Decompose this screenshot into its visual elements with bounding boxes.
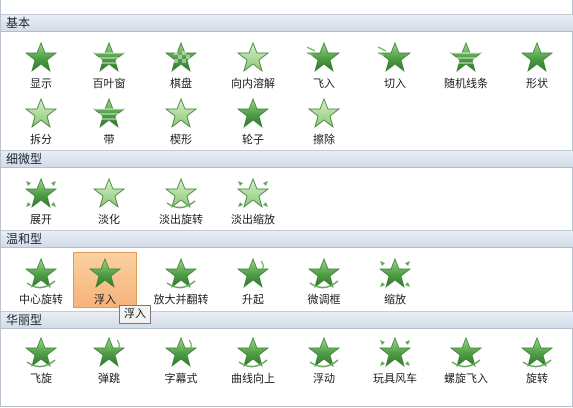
effect-star-float[interactable]: 浮动 (288, 331, 360, 387)
effect-star-plain[interactable]: 显示 (5, 36, 77, 92)
star-spinner-icon (307, 257, 341, 289)
effect-label: 淡化 (98, 213, 120, 226)
effect-star-center-revolve[interactable]: 中心旋转 (5, 252, 77, 308)
star-split-icon (24, 97, 58, 129)
effect-star-fly-in[interactable]: 飞入 (288, 36, 360, 92)
effect-label: 显示 (30, 77, 52, 90)
animation-gallery: 基本 显示 百叶窗 棋盘 向内溶解 飞入 切入 随机线条 形状拆分 带 楔形 轮子 擦除 细微型 展开… (0, 0, 573, 407)
effect-label: 拆分 (30, 133, 52, 146)
effect-label: 曲线向上 (231, 372, 275, 385)
section-header-basic: 基本 (1, 14, 573, 32)
star-expand-icon (24, 177, 58, 209)
effect-label: 放大并翻转 (153, 293, 209, 306)
effect-label: 字幕式 (164, 372, 198, 385)
star-shape-icon (520, 41, 554, 73)
star-credits-icon (164, 336, 198, 368)
effect-star-shape[interactable]: 形状 (501, 36, 573, 92)
effect-label: 玩具风车 (373, 372, 417, 385)
effect-star-spinner[interactable]: 微调框 (288, 252, 360, 308)
effect-label: 百叶窗 (92, 77, 126, 90)
effect-star-fade[interactable]: 淡化 (73, 172, 145, 228)
section-header-moderate: 温和型 (1, 230, 573, 248)
effect-label: 浮动 (313, 372, 335, 385)
effect-label: 弹跳 (98, 372, 120, 385)
effect-label: 楔形 (170, 133, 192, 146)
effect-star-zoom[interactable]: 缩放 (359, 252, 431, 308)
star-grow-turn-icon (164, 257, 198, 289)
effect-star-wipe[interactable]: 擦除 (288, 92, 360, 148)
star-curve-up-icon (236, 336, 270, 368)
effect-star-rise-up[interactable]: 升起 (217, 252, 289, 308)
star-plain-icon (24, 41, 58, 73)
star-peek-in-icon (377, 41, 412, 73)
effect-label: 缩放 (384, 293, 406, 306)
star-boomerang-icon (24, 336, 58, 368)
effect-label: 淡出旋转 (159, 213, 203, 226)
star-center-revolve-icon (24, 257, 58, 289)
effect-label: 展开 (30, 213, 52, 226)
effect-star-fade-zoom[interactable]: 淡出缩放 (217, 172, 289, 228)
effect-star-pinwheel[interactable]: 玩具风车 (359, 331, 431, 387)
section-header-exciting: 华丽型 (1, 311, 573, 329)
effect-star-spin[interactable]: 旋转 (501, 331, 573, 387)
effect-label: 随机线条 (444, 77, 488, 90)
effect-star-wedge[interactable]: 楔形 (145, 92, 217, 148)
effect-star-checker[interactable]: 棋盘 (145, 36, 217, 92)
effect-label: 切入 (384, 77, 406, 90)
effect-star-random-bars[interactable]: 随机线条 (430, 36, 502, 92)
effect-star-float-in[interactable]: 浮入 (73, 252, 137, 308)
star-float-icon (307, 336, 341, 368)
effect-star-wheel[interactable]: 轮子 (217, 92, 289, 148)
effect-label: 旋转 (526, 372, 548, 385)
star-checker-icon (164, 41, 198, 73)
effect-star-spiral-in[interactable]: 螺旋飞入 (430, 331, 502, 387)
star-fade-swivel-icon (164, 177, 198, 209)
star-dissolve-icon (236, 41, 270, 73)
star-strips-icon (92, 97, 126, 129)
star-float-in-icon (88, 257, 122, 289)
effect-label: 擦除 (313, 133, 335, 146)
effect-star-boomerang[interactable]: 飞旋 (5, 331, 77, 387)
effect-label: 轮子 (242, 133, 264, 146)
effect-star-split[interactable]: 拆分 (5, 92, 77, 148)
effect-label: 带 (103, 133, 115, 146)
effect-star-grow-turn[interactable]: 放大并翻转 (145, 252, 217, 308)
effect-label: 向内溶解 (231, 77, 275, 90)
effect-star-dissolve[interactable]: 向内溶解 (217, 36, 289, 92)
star-wheel-icon (236, 97, 270, 129)
effect-label: 微调框 (307, 293, 341, 306)
star-fade-icon (92, 177, 126, 209)
effect-star-curve-up[interactable]: 曲线向上 (217, 331, 289, 387)
tooltip: 浮入 (119, 305, 151, 324)
star-random-bars-icon (449, 41, 483, 73)
effect-label: 升起 (242, 293, 264, 306)
effect-star-peek-in[interactable]: 切入 (359, 36, 431, 92)
effect-star-strips[interactable]: 带 (73, 92, 145, 148)
effect-star-fade-swivel[interactable]: 淡出旋转 (145, 172, 217, 228)
star-spiral-in-icon (449, 336, 483, 368)
effect-label: 形状 (526, 77, 548, 90)
star-blinds-icon (92, 41, 126, 73)
effect-label: 淡出缩放 (231, 213, 275, 226)
star-rise-up-icon (236, 257, 270, 289)
effect-star-bounce[interactable]: 弹跳 (73, 331, 145, 387)
effect-label: 飞入 (313, 77, 335, 90)
star-bounce-icon (92, 336, 126, 368)
star-fade-zoom-icon (236, 177, 270, 209)
effect-label: 棋盘 (170, 77, 192, 90)
effect-star-expand[interactable]: 展开 (5, 172, 77, 228)
section-header-subtle: 细微型 (1, 150, 573, 168)
star-fly-in-icon (306, 41, 341, 73)
star-wipe-icon (307, 97, 341, 129)
effect-label: 中心旋转 (19, 293, 63, 306)
effect-label: 飞旋 (30, 372, 52, 385)
effect-star-blinds[interactable]: 百叶窗 (73, 36, 145, 92)
star-wedge-icon (164, 97, 198, 129)
star-spin-icon (520, 336, 554, 368)
star-pinwheel-icon (378, 336, 412, 368)
star-zoom-icon (378, 257, 412, 289)
effect-label: 螺旋飞入 (444, 372, 488, 385)
effect-star-credits[interactable]: 字幕式 (145, 331, 217, 387)
